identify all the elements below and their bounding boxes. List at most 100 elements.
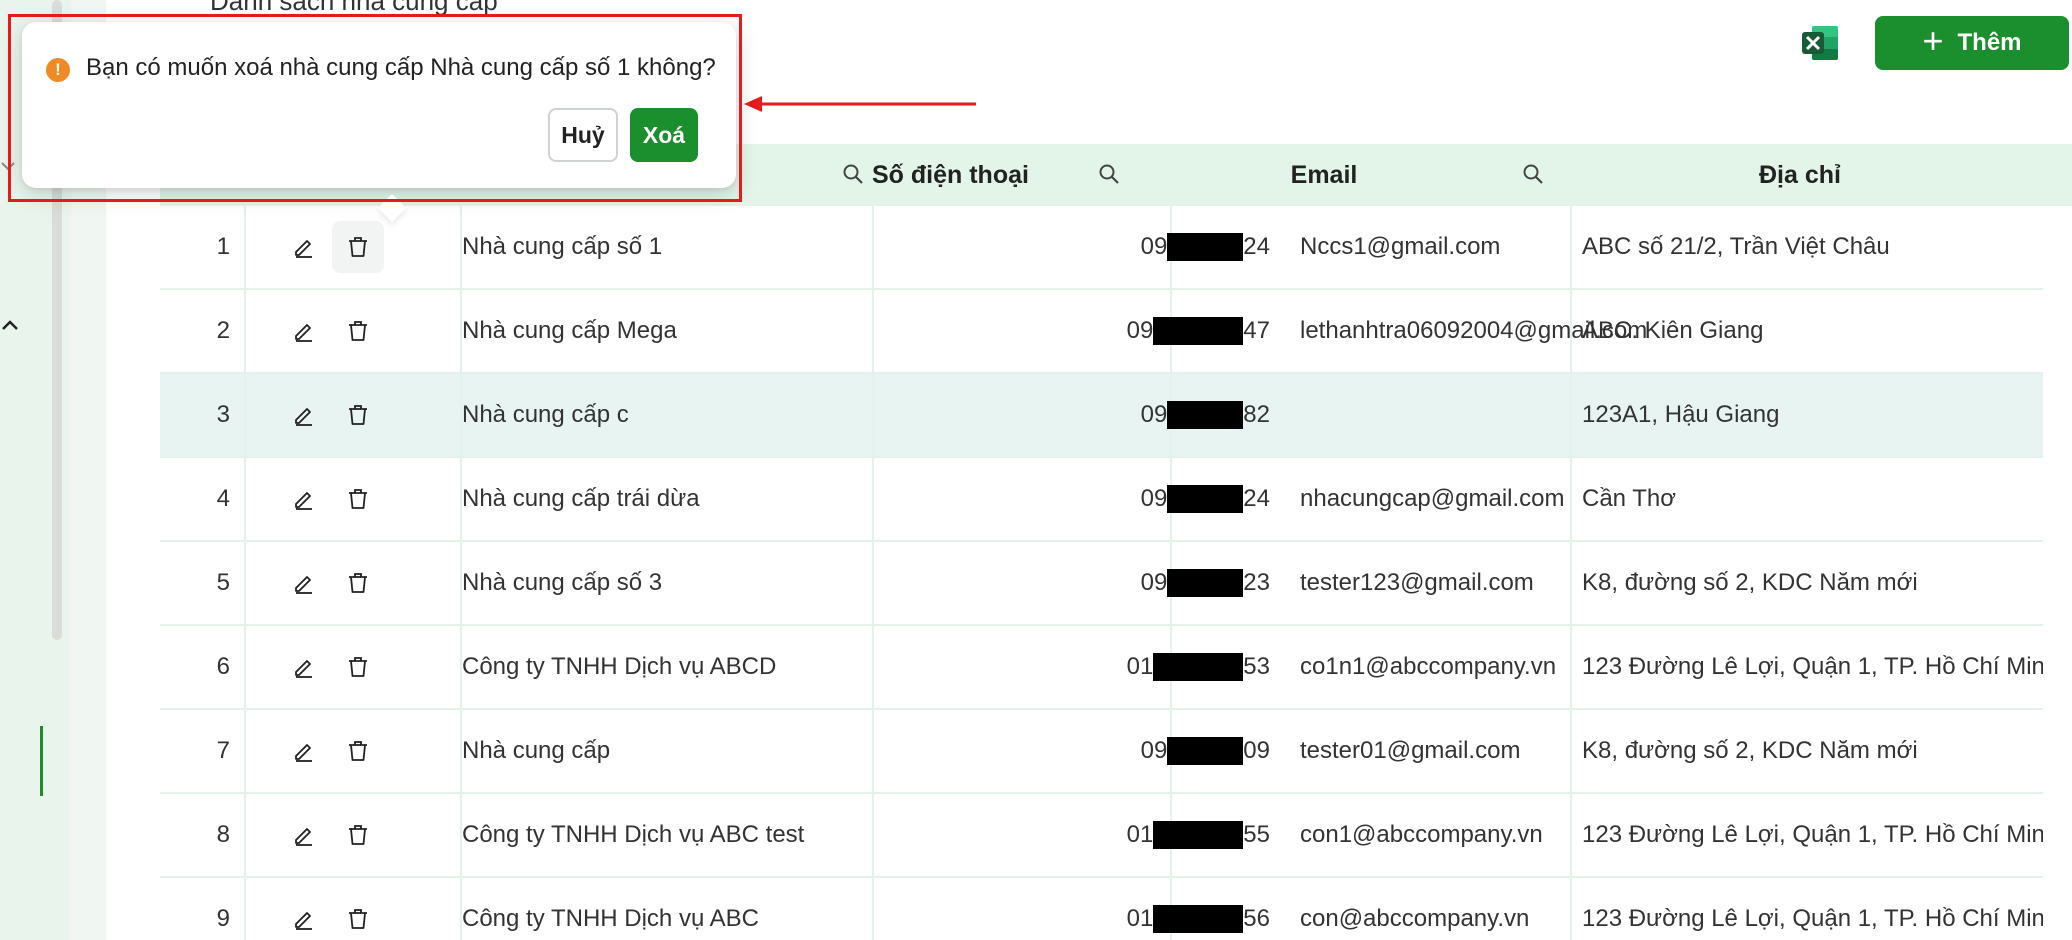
- confirm-delete-button[interactable]: Xoá: [630, 108, 698, 162]
- address-cell: Cần Thơ: [1582, 485, 1677, 512]
- supplier-name: Nhà cung cấp số 1: [462, 233, 663, 260]
- table-row[interactable]: 3 Nhà cung cấp c 09 82 123A1, Hậu Giang: [160, 374, 2043, 458]
- phone-prefix: 01: [1126, 905, 1154, 932]
- table-row[interactable]: 4 Nhà cung cấp trái dừa 09 24 nhacungcap@gma…: [160, 458, 2043, 542]
- delete-button[interactable]: [332, 725, 384, 777]
- phone-suffix: 53: [1243, 653, 1270, 680]
- row-actions: [246, 458, 446, 540]
- delete-button[interactable]: [332, 809, 384, 861]
- phone-prefix: 09: [1140, 485, 1168, 512]
- edit-button[interactable]: [278, 389, 330, 441]
- delete-button[interactable]: [332, 389, 384, 441]
- phone-cell: 01 53: [872, 626, 1270, 708]
- trash-icon: [346, 655, 370, 679]
- delete-confirm-popover: ! Bạn có muốn xoá nhà cung cấp Nhà cung …: [22, 22, 736, 223]
- phone-cell: 01 55: [872, 794, 1270, 876]
- phone-suffix: 82: [1243, 401, 1270, 428]
- edit-button[interactable]: [278, 809, 330, 861]
- row-actions: [246, 878, 446, 940]
- table-row[interactable]: 6 Công ty TNHH Dịch vụ ABCD 01 53 co1n1@abcc…: [160, 626, 2043, 710]
- add-button[interactable]: + Thêm: [1875, 16, 2069, 70]
- trash-icon: [346, 487, 370, 511]
- edit-button[interactable]: [278, 473, 330, 525]
- row-index: 1: [216, 233, 230, 260]
- supplier-name: Nhà cung cấp Mega: [462, 317, 677, 344]
- address-cell: K8, đường số 2, KDC Năm mới: [1582, 737, 1918, 764]
- search-icon[interactable]: [1098, 163, 1120, 185]
- phone-prefix: 09: [1140, 569, 1168, 596]
- supplier-name: Nhà cung cấp số 3: [462, 569, 663, 596]
- phone-prefix: 01: [1126, 821, 1154, 848]
- address-cell: 123 Đường Lê Lợi, Quận 1, TP. Hồ Chí Min…: [1582, 653, 2043, 680]
- edit-button[interactable]: [278, 725, 330, 777]
- redaction-bar: [1153, 653, 1244, 681]
- chevron-down-icon[interactable]: [0, 158, 16, 174]
- row-actions: [246, 542, 446, 624]
- phone-prefix: 09: [1140, 233, 1168, 260]
- plus-icon: +: [1922, 20, 1944, 61]
- address-cell: 123 Đường Lê Lợi, Quận 1, TP. Hồ Chí Min…: [1582, 821, 2043, 848]
- edit-button[interactable]: [278, 305, 330, 357]
- edit-button[interactable]: [278, 893, 330, 940]
- edit-button[interactable]: [278, 641, 330, 693]
- row-index: 3: [216, 401, 230, 428]
- delete-button[interactable]: [332, 557, 384, 609]
- table-row[interactable]: 8 Công ty TNHH Dịch vụ ABC test 01 55 con1@a…: [160, 794, 2043, 878]
- row-index: 6: [216, 653, 230, 680]
- redaction-bar: [1167, 233, 1244, 261]
- confirm-message: Bạn có muốn xoá nhà cung cấp Nhà cung cấ…: [86, 54, 716, 81]
- delete-button[interactable]: [332, 893, 384, 940]
- row-index: 4: [216, 485, 230, 512]
- delete-button[interactable]: [332, 221, 384, 273]
- delete-button[interactable]: [332, 305, 384, 357]
- search-icon[interactable]: [1522, 163, 1544, 185]
- pencil-icon: [292, 571, 316, 595]
- supplier-table: Tên nhà cung cấp Số điện thoại Email Địa…: [160, 144, 2072, 940]
- trash-icon: [346, 403, 370, 427]
- column-header-email: Email: [1290, 160, 1358, 189]
- supplier-name: Nhà cung cấp c: [462, 401, 629, 428]
- table-row[interactable]: 5 Nhà cung cấp số 3 09 23 tester123@gmail.co…: [160, 542, 2043, 626]
- trash-icon: [346, 823, 370, 847]
- pencil-icon: [292, 235, 316, 259]
- pencil-icon: [292, 655, 316, 679]
- table-row[interactable]: 2 Nhà cung cấp Mega 09 47 lethanhtra06092004…: [160, 290, 2043, 374]
- address-cell: ABC. Kiên Giang: [1582, 317, 1764, 344]
- phone-suffix: 56: [1243, 905, 1270, 932]
- table-row[interactable]: 1 Nhà cung cấp số 1 09 24 Nccs1@gmail.com ABC…: [160, 206, 2043, 290]
- delete-button[interactable]: [332, 641, 384, 693]
- trash-icon: [346, 319, 370, 343]
- chevron-up-icon[interactable]: [0, 316, 20, 334]
- phone-prefix: 01: [1126, 653, 1154, 680]
- table-body: 1 Nhà cung cấp số 1 09 24 Nccs1@gmail.com ABC…: [160, 206, 2043, 940]
- phone-prefix: 09: [1126, 317, 1154, 344]
- trash-icon: [346, 235, 370, 259]
- row-actions: [246, 206, 446, 288]
- edit-button[interactable]: [278, 557, 330, 609]
- edit-button[interactable]: [278, 221, 330, 273]
- row-index: 7: [216, 737, 230, 764]
- supplier-name: Công ty TNHH Dịch vụ ABC: [462, 905, 759, 932]
- delete-button[interactable]: [332, 473, 384, 525]
- export-excel-button[interactable]: [1800, 22, 1842, 64]
- row-actions: [246, 374, 446, 456]
- address-cell: 123A1, Hậu Giang: [1582, 401, 1780, 428]
- phone-suffix: 47: [1243, 317, 1270, 344]
- add-button-label: Thêm: [1957, 29, 2022, 56]
- row-index: 8: [216, 821, 230, 848]
- supplier-name: Nhà cung cấp trái dừa: [462, 485, 700, 512]
- search-icon[interactable]: [842, 163, 864, 185]
- phone-suffix: 24: [1243, 233, 1270, 260]
- redaction-bar: [1167, 569, 1244, 597]
- pencil-icon: [292, 739, 316, 763]
- table-row[interactable]: 9 Công ty TNHH Dịch vụ ABC 01 56 con@abccomp…: [160, 878, 2043, 940]
- cancel-button[interactable]: Huỷ: [548, 108, 618, 162]
- phone-cell: 01 56: [872, 878, 1270, 940]
- phone-prefix: 09: [1140, 401, 1168, 428]
- pencil-icon: [292, 487, 316, 511]
- table-row[interactable]: 7 Nhà cung cấp 09 09 tester01@gmail.com K8, đ…: [160, 710, 2043, 794]
- phone-cell: 09 47: [872, 290, 1270, 372]
- page-title: Danh sách nhà cung cấp: [210, 0, 498, 14]
- address-cell: ABC số 21/2, Trần Việt Châu: [1582, 233, 1890, 260]
- address-cell: K8, đường số 2, KDC Năm mới: [1582, 569, 1918, 596]
